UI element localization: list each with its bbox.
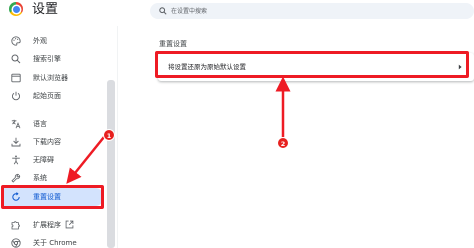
puzzle-icon xyxy=(11,221,20,230)
sidebar-item-languages[interactable]: 语言 xyxy=(4,115,104,133)
sidebar-item-accessibility[interactable]: 无障碍 xyxy=(4,151,104,169)
sidebar-scrollbar[interactable] xyxy=(107,80,115,248)
external-link-icon xyxy=(65,220,74,229)
sidebar-item-label: 系统 xyxy=(33,174,47,182)
step-badge-2: 2 xyxy=(277,137,289,149)
search-icon xyxy=(159,7,167,15)
chrome-icon xyxy=(11,238,21,248)
download-icon xyxy=(11,137,21,147)
sidebar-item-label: 语言 xyxy=(33,120,47,128)
divider xyxy=(117,26,118,248)
sidebar-item-label: 外观 xyxy=(33,37,47,45)
search-box[interactable] xyxy=(150,3,474,19)
sidebar-item-on-startup[interactable]: 起始页面 xyxy=(4,87,104,105)
sidebar-item-label: 下载内容 xyxy=(33,138,61,146)
chrome-logo-icon xyxy=(9,2,23,16)
power-icon xyxy=(11,91,21,101)
page-title: 设置 xyxy=(32,2,59,17)
translate-icon xyxy=(11,119,21,129)
sidebar-item-label: 起始页面 xyxy=(33,92,61,100)
step-badge-1: 1 xyxy=(103,129,115,141)
sidebar-item-reset-settings[interactable]: 重置设置 xyxy=(4,188,104,206)
restore-defaults-row[interactable]: 将设置还原为原始默认设置 xyxy=(158,53,474,81)
sidebar-item-search-engine[interactable]: 搜索引擎 xyxy=(4,50,104,68)
wrench-icon xyxy=(11,173,21,183)
sidebar-item-extensions[interactable]: 扩展程序 xyxy=(4,216,104,234)
sidebar-item-label: 扩展程序 xyxy=(33,221,61,229)
settings-page: 设置 外观 搜索引擎 xyxy=(0,0,474,248)
accessibility-icon xyxy=(12,155,20,165)
reset-icon xyxy=(12,192,20,201)
settings-header: 设置 xyxy=(0,0,474,26)
sidebar-item-system[interactable]: 系统 xyxy=(4,169,104,187)
sidebar-item-default-browser[interactable]: 默认浏览器 xyxy=(4,69,104,87)
sidebar-item-appearance[interactable]: 外观 xyxy=(4,32,104,50)
browser-window-icon xyxy=(11,73,21,83)
search-icon xyxy=(11,54,21,64)
sidebar: 外观 搜索引擎 默认浏览器 起始页面 语言 下载内容 无障碍 系统 重置设置 扩… xyxy=(0,26,112,248)
restore-defaults-label: 将设置还原为原始默认设置 xyxy=(168,63,246,71)
sidebar-item-label: 默认浏览器 xyxy=(33,74,68,82)
sidebar-item-label: 无障碍 xyxy=(33,156,54,164)
sidebar-item-about-chrome[interactable]: 关于 Chrome xyxy=(4,234,104,248)
sidebar-item-label: 重置设置 xyxy=(33,193,61,201)
reset-settings-card: 将设置还原为原始默认设置 xyxy=(158,53,474,81)
section-title: 重置设置 xyxy=(159,40,187,48)
sidebar-item-label: 搜索引擎 xyxy=(33,55,61,63)
sidebar-item-label: 关于 Chrome xyxy=(33,239,77,247)
sidebar-item-downloads[interactable]: 下载内容 xyxy=(4,133,104,151)
search-input[interactable] xyxy=(171,4,461,18)
palette-icon xyxy=(11,36,21,46)
chevron-right-icon xyxy=(458,64,462,70)
